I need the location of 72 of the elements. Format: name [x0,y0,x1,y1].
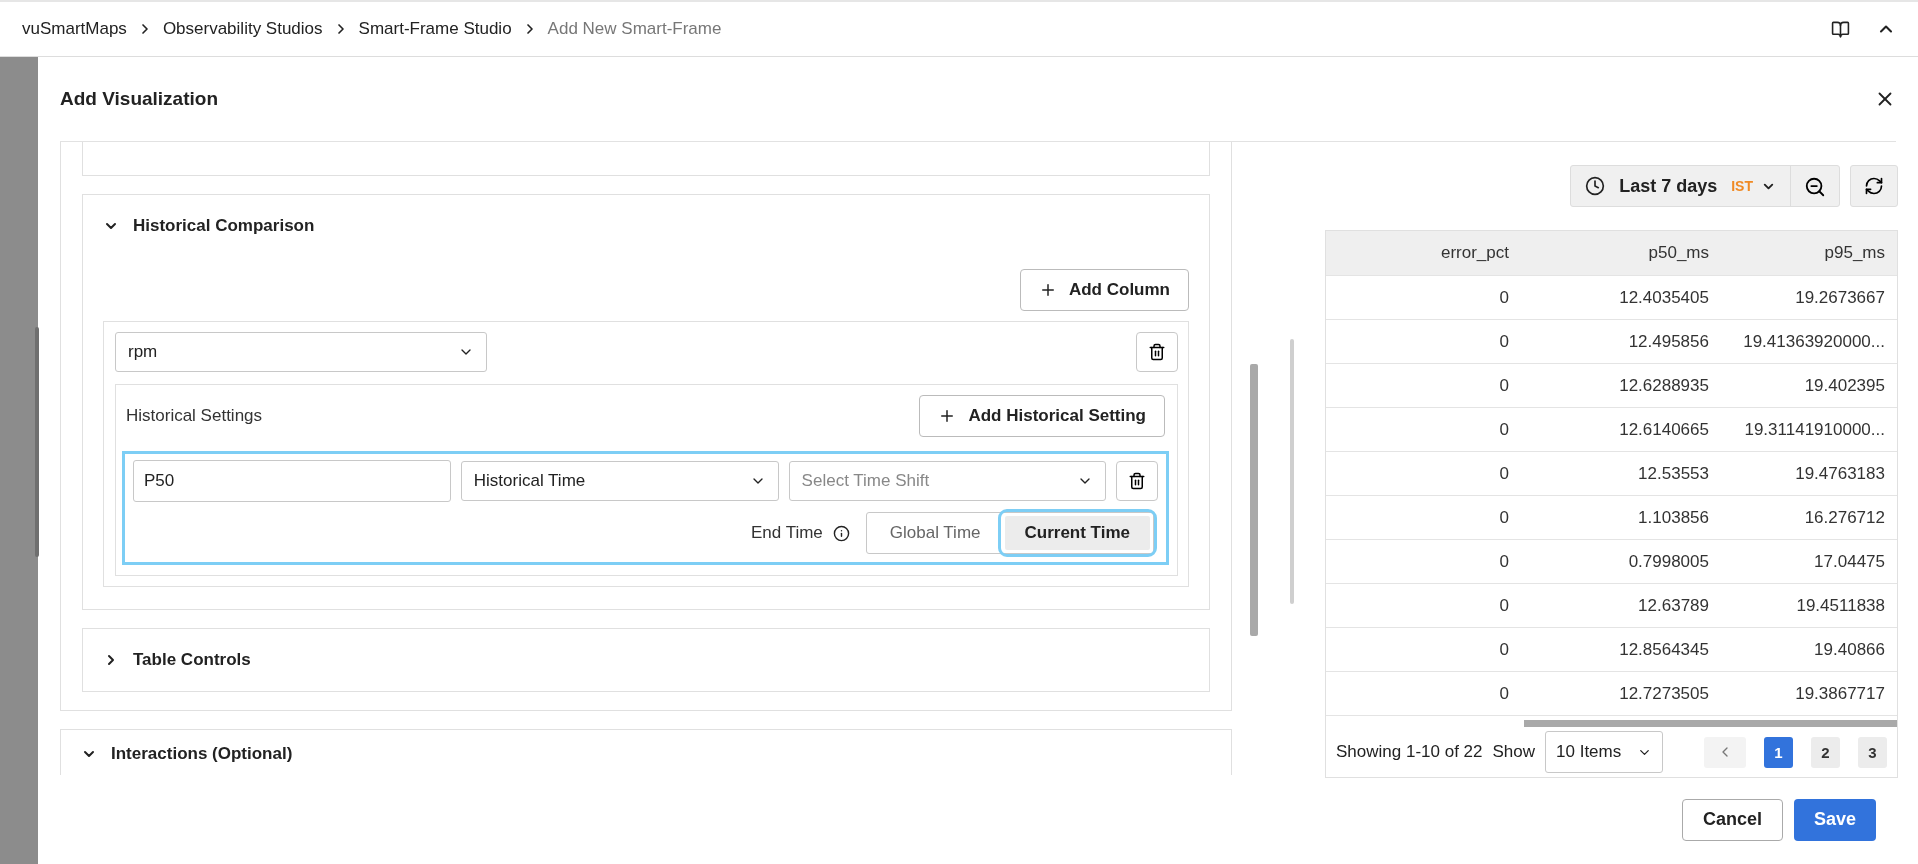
column-header[interactable]: p95_ms [1721,231,1897,275]
table-cell-text: 0 [1498,286,1510,309]
modal-title: Add Visualization [60,88,218,110]
cancel-button[interactable]: Cancel [1681,798,1783,841]
add-setting-button[interactable]: Add Historical Setting [919,395,1165,437]
table-cell-text: 12.495856 [1627,330,1710,353]
section-title[interactable]: Interactions (Optional) [111,744,293,764]
time-range-button[interactable]: Last 7 days IST [1571,166,1791,206]
trash-icon [1148,343,1166,361]
table-cell-text: 0 [1498,506,1510,529]
scrollbar[interactable] [1250,364,1258,636]
save-button[interactable]: Save [1793,798,1876,841]
show-label: Show [1492,742,1536,762]
column-select[interactable]: rpm [115,332,487,372]
table-cell-text: 0 [1498,638,1510,661]
page-button[interactable]: 2 [1811,736,1840,768]
table-cell-text: 0 [1498,374,1510,397]
breadcrumb-item[interactable]: Add New Smart-Frame [547,19,722,39]
page-button[interactable]: 1 [1764,736,1793,768]
table-cell-text: 19.31141910000... [1743,418,1886,441]
scrollbar[interactable] [1290,339,1294,604]
table-cell-text: 12.8564345 [1618,638,1710,661]
table-cell-text: 0 [1498,462,1510,485]
page-button[interactable]: 3 [1858,736,1887,768]
table-cell-text: 0 [1498,330,1510,353]
refresh-icon [1864,176,1884,196]
table-cell-text: 19.4511838 [1795,594,1886,617]
zoom-out-icon [1804,176,1826,198]
breadcrumb-item[interactable]: Smart-Frame Studio [358,19,512,39]
mode-select[interactable]: Historical Time [460,461,779,501]
breadcrumb-item[interactable]: Observability Studios [162,19,323,39]
column-header[interactable]: error_pct [1326,231,1521,275]
table-cell-text: 12.7273505 [1618,682,1710,705]
table-cell-text: 12.6288935 [1618,374,1710,397]
page-size-select[interactable]: 10 Items [1545,731,1664,773]
showing-text: Showing 1-10 of 22 [1336,742,1483,762]
table-cell-text: 0 [1498,682,1510,705]
table-cell-text: 0 [1498,550,1510,573]
add-column-button[interactable]: Add Column [1019,269,1189,311]
column-header[interactable]: p50_ms [1521,231,1721,275]
delete-button[interactable] [1136,332,1178,372]
table-cell-text: 19.41363920000... [1742,330,1886,353]
trash-icon [1128,472,1147,490]
table-cell-text: 0 [1498,594,1510,617]
table-cell-text: 19.4763183 [1794,462,1886,485]
scrollbar[interactable] [1524,720,1897,727]
info-icon [832,524,850,542]
section-title[interactable]: Historical Comparison [133,216,315,236]
table-cell-text: 12.53553 [1637,462,1710,485]
table-cell-text: 19.2673667 [1794,286,1886,309]
table-cell-text: 1.103856 [1637,506,1710,529]
time-shift-select[interactable]: Select Time Shift [788,461,1107,501]
table-cell-text: 12.63789 [1637,594,1710,617]
table-cell-text: 0.7998005 [1627,550,1710,573]
breadcrumb-item[interactable]: vuSmartMaps [22,19,127,39]
name-field[interactable]: P50 [133,460,451,502]
table-cell-text: 16.276712 [1803,506,1886,529]
table-cell-text: 12.4035405 [1618,286,1710,309]
table-cell-text: 12.6140665 [1618,418,1710,441]
end-time-label: End Time [751,523,823,543]
delete-button[interactable] [1116,461,1158,501]
section-title[interactable]: Table Controls [133,650,251,670]
scrollbar[interactable] [35,327,39,557]
clock-icon [1585,176,1606,196]
table-cell-text: 19.3867717 [1794,682,1886,705]
refresh-button[interactable] [1850,165,1898,207]
settings-label: Historical Settings [126,406,263,426]
table-cell-text: 19.40866 [1813,638,1886,661]
table-cell-text: 17.04475 [1813,550,1886,573]
table-cell-text: 0 [1498,418,1510,441]
table-cell-text: 19.402395 [1803,374,1886,397]
book-icon[interactable] [1831,19,1850,39]
